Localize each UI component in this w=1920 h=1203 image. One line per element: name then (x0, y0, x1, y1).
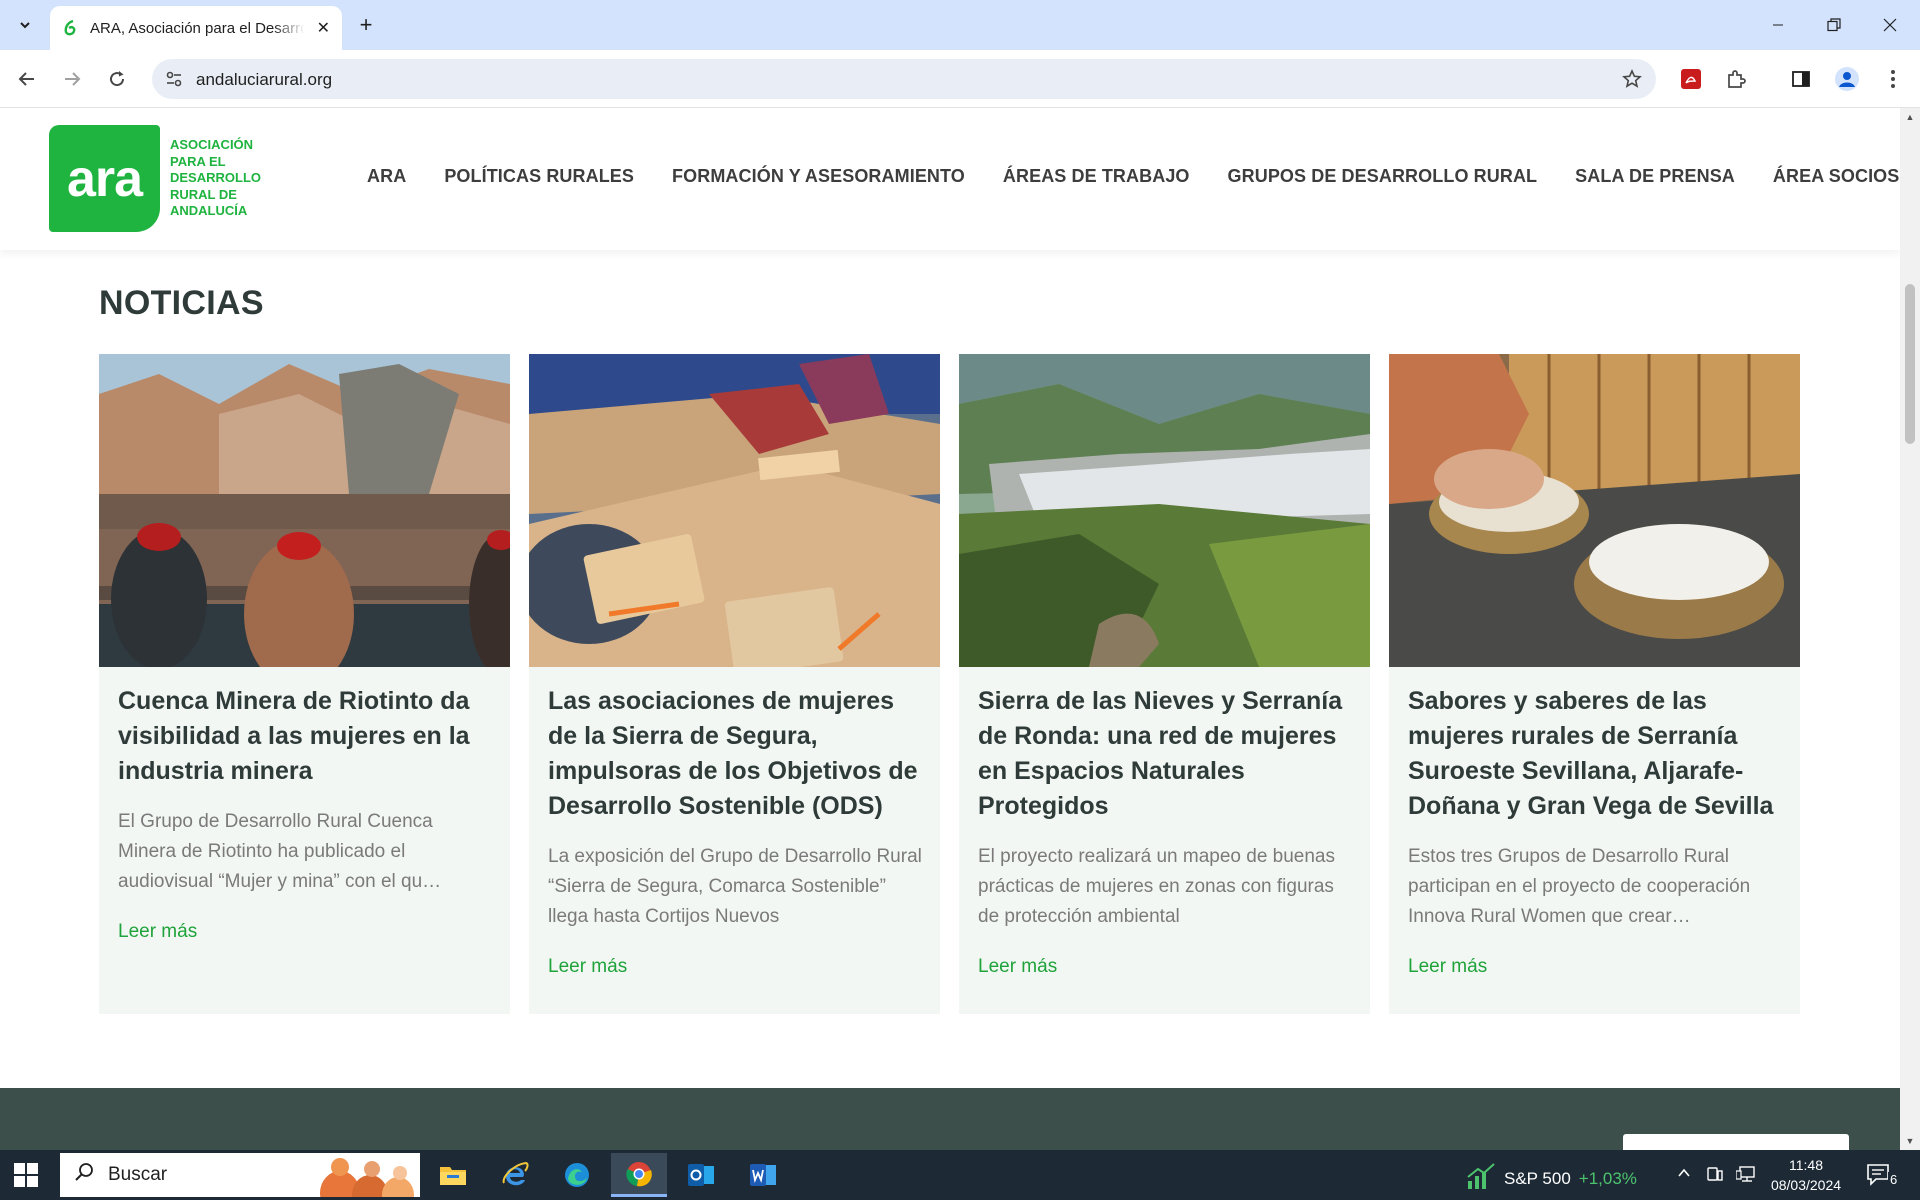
nav-item-ara[interactable]: ARA (367, 166, 406, 190)
windows-start-icon[interactable] (14, 1163, 38, 1187)
scroll-up-icon[interactable]: ▲ (1905, 112, 1915, 122)
news-card-image[interactable] (99, 354, 510, 667)
minimize-icon[interactable] (1750, 0, 1806, 50)
windows-taskbar: Buscar S&P 500 +1,03% 11:48 08/03/2024 6 (0, 1150, 1920, 1203)
news-card: Sabores y saberes de las mujeres rurales… (1389, 354, 1800, 1014)
news-card-excerpt: Estos tres Grupos de Desarrollo Rural pa… (1408, 846, 1751, 927)
file-explorer-icon[interactable] (425, 1153, 481, 1197)
logo-text: ASOCIACIÓN PARA EL DESARROLLO RURAL DE A… (170, 137, 261, 218)
puzzle-icon[interactable] (1724, 67, 1748, 91)
news-card-image[interactable] (1389, 354, 1800, 667)
nav-item-grupos[interactable]: GRUPOS DE DESARROLLO RURAL (1228, 166, 1538, 190)
news-card-title[interactable]: Las asociaciones de mujeres de la Sierra… (548, 684, 923, 824)
browser-toolbar: andaluciarural.org (0, 50, 1920, 108)
news-card-excerpt: El proyecto realizará un mapeo de buenas… (978, 846, 1336, 927)
clock-date: 08/03/2024 (1770, 1177, 1842, 1193)
chevron-down-icon[interactable] (10, 12, 40, 38)
edge-icon[interactable] (549, 1153, 605, 1197)
footer-widget (1623, 1134, 1849, 1150)
profile-icon[interactable] (1835, 67, 1859, 91)
news-card-image[interactable] (529, 354, 940, 667)
stock-chart-icon (1466, 1163, 1496, 1194)
pdf-icon[interactable] (1679, 67, 1703, 91)
news-card: Las asociaciones de mujeres de la Sierra… (529, 354, 940, 1014)
reload-icon[interactable] (101, 63, 133, 95)
arrow-right-icon[interactable] (56, 63, 88, 95)
nav-item-sala-de-prensa[interactable]: SALA DE PRENSA (1575, 166, 1735, 190)
search-highlight-illustration (310, 1153, 420, 1203)
search-icon (74, 1162, 94, 1188)
taskbar-clock[interactable]: 11:48 08/03/2024 (1768, 1155, 1844, 1195)
page-viewport: ara ASOCIACIÓN PARA EL DESARROLLO RURAL … (0, 108, 1900, 1150)
news-card: Sierra de las Nieves y Serranía de Ronda… (959, 354, 1370, 1014)
nav-item-politicas-rurales[interactable]: POLÍTICAS RURALES (444, 166, 634, 190)
news-card-title[interactable]: Sierra de las Nieves y Serranía de Ronda… (978, 684, 1353, 824)
network-icon[interactable] (1735, 1165, 1756, 1186)
outlook-icon[interactable] (673, 1153, 729, 1197)
ara-favicon-icon (62, 20, 78, 36)
clock-time: 11:48 (1789, 1157, 1823, 1173)
star-icon[interactable] (1620, 67, 1644, 91)
nav-item-areas-de-trabajo[interactable]: ÁREAS DE TRABAJO (1003, 166, 1190, 190)
search-placeholder: Buscar (108, 1164, 168, 1185)
chevron-up-icon[interactable] (1676, 1165, 1692, 1184)
nav-item-formacion[interactable]: FORMACIÓN Y ASESORAMIENTO (672, 166, 965, 190)
scrollbar-thumb[interactable] (1905, 284, 1915, 444)
site-header: ara ASOCIACIÓN PARA EL DESARROLLO RURAL … (0, 108, 1900, 250)
section-title: NOTICIAS (99, 284, 264, 322)
internet-explorer-icon[interactable] (487, 1153, 543, 1197)
stock-widget[interactable]: S&P 500 +1,03% (1466, 1163, 1637, 1194)
read-more-link[interactable]: Leer más (1408, 956, 1783, 978)
device-icon[interactable] (1706, 1165, 1724, 1186)
word-icon[interactable] (735, 1153, 791, 1197)
side-panel-icon[interactable] (1789, 67, 1813, 91)
read-more-link[interactable]: Leer más (978, 956, 1353, 978)
news-card-image[interactable] (959, 354, 1370, 667)
news-card-title[interactable]: Sabores y saberes de las mujeres rurales… (1408, 684, 1783, 824)
site-footer (0, 1088, 1900, 1150)
read-more-link[interactable]: Leer más (548, 956, 923, 978)
read-more-link[interactable]: Leer más (118, 921, 493, 943)
notification-count: 6 (1888, 1172, 1900, 1187)
news-card-excerpt: El Grupo de Desarrollo Rural Cuenca Mine… (118, 811, 442, 892)
main-navigation: ARA POLÍTICAS RURALES FORMACIÓN Y ASESOR… (367, 166, 1899, 190)
plus-icon[interactable]: + (352, 11, 380, 39)
nav-item-area-socios[interactable]: ÁREA SOCIOS (1773, 166, 1899, 190)
news-card-title[interactable]: Cuenca Minera de Riotinto da visibilidad… (118, 684, 493, 789)
close-icon[interactable]: ✕ (317, 18, 330, 38)
chrome-icon[interactable] (611, 1153, 667, 1197)
browser-tabstrip: ARA, Asociación para el Desarrollo Rural… (0, 0, 1920, 50)
news-card-excerpt: La exposición del Grupo de Desarrollo Ru… (548, 846, 922, 927)
taskbar-search[interactable]: Buscar (60, 1153, 420, 1203)
url-text: andaluciarural.org (196, 70, 333, 89)
scroll-down-icon[interactable]: ▼ (1905, 1136, 1915, 1146)
arrow-left-icon[interactable] (11, 63, 43, 95)
browser-tab-active[interactable]: ARA, Asociación para el Desarrollo Rural… (50, 6, 342, 50)
address-bar[interactable]: andaluciarural.org (152, 59, 1656, 99)
kebab-menu-icon[interactable] (1881, 67, 1905, 91)
close-window-icon[interactable] (1862, 0, 1918, 50)
page-scrollbar[interactable]: ▲ ▼ (1900, 108, 1920, 1150)
restore-icon[interactable] (1806, 0, 1862, 50)
news-card: Cuenca Minera de Riotinto da visibilidad… (99, 354, 510, 1014)
tab-title: ARA, Asociación para el Desarrollo Rural… (90, 19, 305, 37)
tune-icon[interactable] (164, 69, 184, 89)
notification-icon[interactable]: 6 (1866, 1162, 1900, 1188)
stock-change: +1,03% (1578, 1168, 1637, 1188)
logo-mark: ara (49, 125, 160, 232)
stock-name: S&P 500 (1504, 1168, 1571, 1188)
site-logo[interactable]: ara ASOCIACIÓN PARA EL DESARROLLO RURAL … (49, 125, 261, 233)
